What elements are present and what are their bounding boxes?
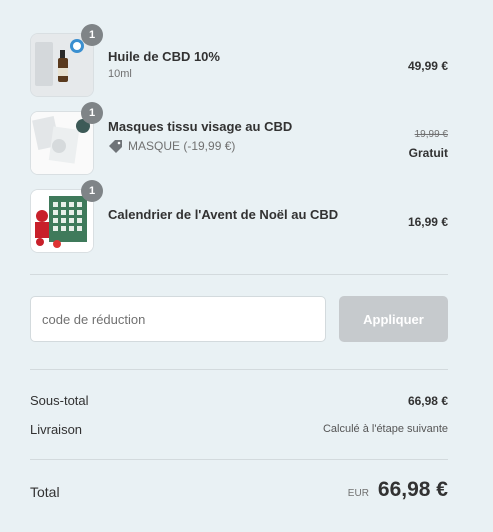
line-item: 1 Masques tissu visage au CBD MASQUE (-1…: [30, 102, 448, 177]
product-variant: 10ml: [108, 68, 132, 80]
divider: [30, 459, 448, 460]
subtotal-label: Sous-total: [30, 393, 89, 408]
total-label: Total: [30, 484, 60, 500]
product-name: Huile de CBD 10%: [108, 49, 220, 64]
total-amount: 66,98 €: [377, 478, 448, 501]
product-name: Masques tissu visage au CBD: [108, 119, 293, 134]
discount-label: MASQUE (-19,99 €): [128, 139, 236, 153]
total-currency: EUR: [347, 488, 369, 499]
quantity-badge: 1: [81, 180, 103, 202]
face-mask-pack-icon: [31, 112, 93, 174]
product-price: 49,99 €: [407, 59, 448, 73]
line-item: 1 Huile de CBD 10% 10ml 49,99 €: [30, 24, 448, 99]
tag-icon: [109, 139, 122, 153]
line-item: 1 Calendrier de l'Avent de Noël au CBD 1…: [30, 180, 448, 255]
shipping-label: Livraison: [30, 422, 83, 437]
divider: [30, 274, 448, 275]
advent-calendar-icon: [31, 190, 93, 252]
product-price: 16,99 €: [407, 215, 448, 229]
discount-code-input[interactable]: [30, 296, 326, 342]
divider: [30, 369, 448, 370]
product-name: Calendrier de l'Avent de Noël au CBD: [108, 207, 339, 222]
apply-discount-button[interactable]: Appliquer: [339, 296, 448, 342]
quantity-badge: 1: [81, 102, 103, 124]
original-price: 19,99 €: [414, 129, 448, 140]
product-price: Gratuit: [408, 146, 448, 160]
cbd-oil-bottle-icon: [31, 34, 93, 96]
subtotal-value: 66,98 €: [407, 394, 448, 408]
quantity-badge: 1: [81, 24, 103, 46]
total-price: EUR 66,98 €: [348, 478, 448, 502]
shipping-value: Calculé à l'étape suivante: [322, 423, 448, 435]
discount-tag: MASQUE (-19,99 €): [108, 139, 235, 153]
